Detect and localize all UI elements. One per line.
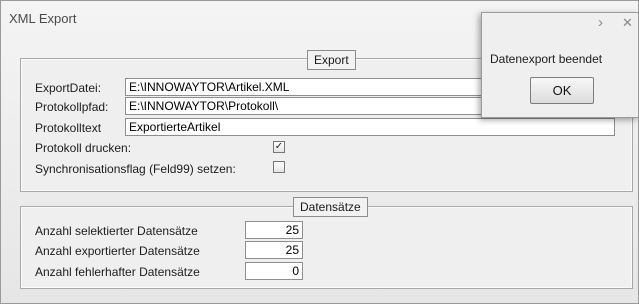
failed-count-label: Anzahl fehlerhafter Datensätze — [35, 265, 200, 279]
log-path-label: Protokollpfad: — [35, 100, 109, 114]
message-text: Datenexport beendet — [490, 52, 603, 66]
log-text-label: Protokolltext — [35, 121, 102, 135]
exported-count-field[interactable]: 25 — [245, 241, 303, 259]
sync-flag-label: Synchronisationsflag (Feld99) setzen: — [35, 162, 236, 176]
nav-arrow-icon[interactable]: › — [598, 14, 603, 31]
ok-button[interactable]: OK — [530, 77, 594, 104]
exported-count-label: Anzahl exportierter Datensätze — [35, 244, 200, 258]
failed-count-field[interactable]: 0 — [245, 262, 303, 280]
window-title: XML Export — [9, 11, 77, 26]
selected-count-field[interactable]: 25 — [245, 221, 303, 239]
print-log-checkbox[interactable]: ✓ — [273, 141, 285, 153]
close-icon[interactable]: ✕ — [622, 15, 633, 31]
log-text-field[interactable]: ExportierteArtikel — [125, 118, 615, 136]
selected-count-label: Anzahl selektierter Datensätze — [35, 224, 198, 238]
records-group-title: Datensätze — [293, 197, 368, 217]
export-file-label: ExportDatei: — [35, 81, 102, 95]
print-log-label: Protokoll drucken: — [35, 141, 132, 155]
export-group-title: Export — [307, 50, 356, 70]
sync-flag-checkbox[interactable] — [273, 161, 285, 173]
